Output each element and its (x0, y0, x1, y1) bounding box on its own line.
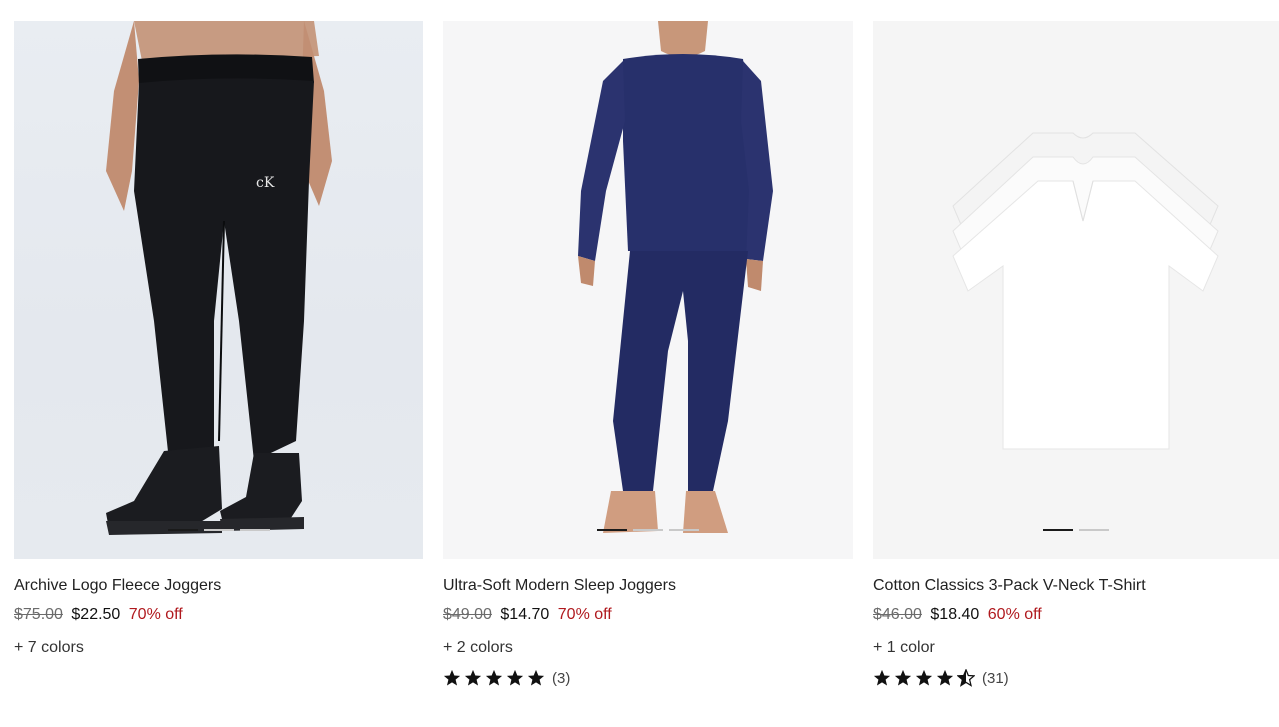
review-count: (31) (982, 669, 1009, 687)
sale-price: $18.40 (930, 606, 980, 623)
product-image[interactable] (443, 21, 853, 559)
product-image[interactable]: cK (14, 21, 423, 559)
carousel-dot[interactable] (167, 529, 198, 531)
carousel-dot[interactable] (203, 529, 234, 531)
color-count-link[interactable]: + 7 colors (14, 638, 423, 658)
star-rating[interactable]: (31) (873, 669, 1279, 687)
product-title[interactable]: Ultra-Soft Modern Sleep Joggers (443, 576, 853, 596)
image-carousel-indicator (14, 529, 423, 531)
white-tshirt-pack-image (952, 132, 1219, 450)
product-card[interactable]: Ultra-Soft Modern Sleep Joggers $49.00 $… (443, 21, 853, 687)
price-row: $49.00 $14.70 70% off (443, 605, 853, 625)
sale-price: $14.70 (500, 606, 550, 623)
product-title[interactable]: Cotton Classics 3-Pack V-Neck T-Shirt (873, 576, 1279, 596)
star-full-icon (506, 669, 524, 686)
product-grid: cK Archive Logo Fleece Joggers $75.00 $2… (14, 21, 1279, 721)
discount-label: 60% off (987, 606, 1042, 623)
star-full-icon (894, 669, 912, 686)
color-count-link[interactable]: + 1 color (873, 638, 1279, 658)
review-count: (3) (552, 669, 571, 687)
carousel-dot[interactable] (239, 529, 270, 531)
star-full-icon (485, 669, 503, 686)
product-card[interactable]: Cotton Classics 3-Pack V-Neck T-Shirt $4… (873, 21, 1279, 687)
svg-text:cK: cK (256, 175, 275, 191)
carousel-dot[interactable] (597, 529, 627, 531)
original-price: $46.00 (873, 606, 922, 623)
star-full-icon (936, 669, 954, 686)
product-title[interactable]: Archive Logo Fleece Joggers (14, 576, 423, 596)
star-full-icon (873, 669, 891, 686)
image-carousel-indicator (443, 529, 853, 531)
star-full-icon (464, 669, 482, 686)
color-count-link[interactable]: + 2 colors (443, 638, 853, 658)
star-half-icon (957, 669, 975, 687)
discount-label: 70% off (128, 606, 183, 623)
product-card[interactable]: cK Archive Logo Fleece Joggers $75.00 $2… (14, 21, 423, 658)
sale-price: $22.50 (71, 606, 121, 623)
carousel-dot[interactable] (1079, 529, 1109, 531)
navy-sleep-set-image (578, 21, 773, 533)
star-rating[interactable]: (3) (443, 669, 853, 687)
carousel-dot[interactable] (669, 529, 699, 531)
star-full-icon (443, 669, 461, 686)
price-row: $46.00 $18.40 60% off (873, 605, 1279, 625)
price-row: $75.00 $22.50 70% off (14, 605, 423, 625)
discount-label: 70% off (557, 606, 612, 623)
original-price: $49.00 (443, 606, 492, 623)
star-full-icon (527, 669, 545, 686)
image-carousel-indicator (873, 529, 1279, 531)
black-fleece-joggers-image: cK (106, 21, 332, 535)
star-full-icon (915, 669, 933, 686)
carousel-dot[interactable] (1043, 529, 1073, 531)
carousel-dot[interactable] (633, 529, 663, 531)
product-image[interactable] (873, 21, 1279, 559)
original-price: $75.00 (14, 606, 63, 623)
